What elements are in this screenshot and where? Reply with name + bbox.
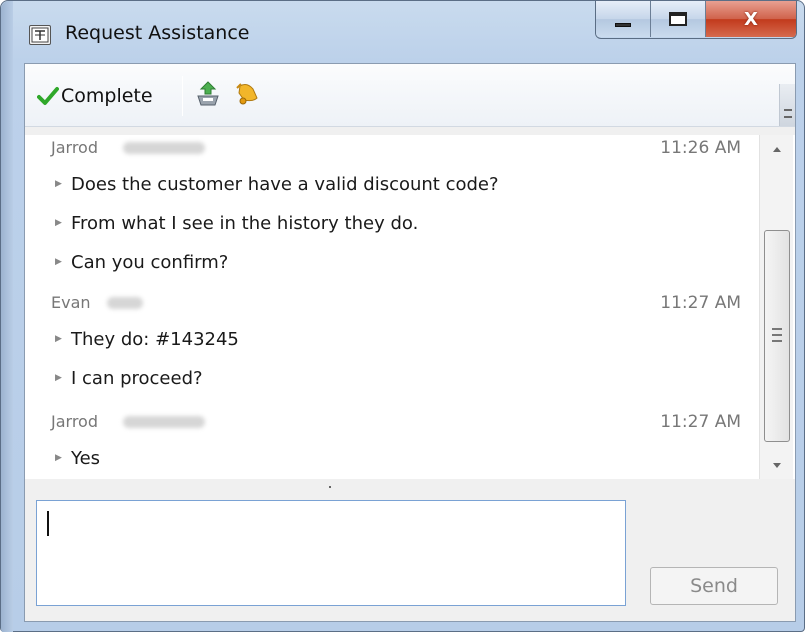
scroll-up-arrow-icon[interactable] (760, 135, 794, 163)
checkmark-icon (37, 87, 59, 105)
message-time: 11:27 AM (660, 293, 741, 313)
bell-icon[interactable] (233, 80, 261, 108)
close-icon: X (744, 8, 758, 30)
message-text: Does the customer have a valid discount … (71, 173, 499, 195)
bullet-triangle-icon: ▶ (55, 257, 62, 267)
message-line: ▶ Does the customer have a valid discount… (55, 169, 499, 199)
bullet-triangle-icon: ▶ (55, 453, 62, 463)
message-line: ▶ Yes (55, 443, 100, 473)
message-line: ▶ I can proceed? (55, 363, 203, 393)
complete-label: Complete (61, 85, 153, 107)
scroll-down-arrow-icon[interactable] (760, 451, 794, 479)
message-text: Can you confirm? (71, 251, 229, 273)
pane-splitter[interactable] (25, 479, 795, 499)
client-area: Complete Jarrod 11:26 AM ▶ Does the cust… (24, 63, 796, 622)
grip-icon (772, 328, 782, 342)
message-text: They do: #143245 (71, 328, 239, 350)
message-line: ▶ They do: #143245 (55, 324, 239, 354)
message-line: ▶ From what I see in the history they do. (55, 208, 418, 238)
app-window-icon (29, 25, 51, 45)
message-header: Jarrod 11:26 AM (51, 138, 751, 166)
message-time: 11:27 AM (660, 412, 741, 432)
message-header: Jarrod 11:27 AM (51, 412, 751, 440)
toolbar-overflow-button[interactable] (779, 84, 795, 126)
scrollbar-thumb[interactable] (764, 230, 790, 442)
bullet-triangle-icon: ▶ (55, 373, 62, 383)
message-text: I can proceed? (71, 367, 203, 389)
window-title: Request Assistance (65, 22, 250, 44)
toolbar: Complete (25, 64, 795, 127)
caption-buttons: X (595, 1, 797, 39)
message-text: Yes (71, 447, 101, 469)
message-scrollbar[interactable] (759, 135, 793, 479)
request-assistance-window: Request Assistance X Complete Jarrod 11:… (0, 0, 805, 632)
minimize-icon (615, 23, 631, 27)
message-header: Evan 11:27 AM (51, 293, 751, 321)
redacted-surname (107, 297, 143, 309)
message-text: From what I see in the history they do. (71, 212, 419, 234)
minimize-button[interactable] (596, 1, 651, 37)
message-input[interactable] (37, 501, 625, 605)
title-bar[interactable]: Request Assistance X (1, 1, 804, 63)
bullet-triangle-icon: ▶ (55, 179, 62, 189)
export-icon[interactable] (195, 80, 221, 108)
sender-name: Jarrod (51, 412, 98, 431)
text-caret (47, 511, 49, 536)
toolbar-separator (182, 76, 183, 116)
bullet-triangle-icon: ▶ (55, 334, 62, 344)
complete-button[interactable]: Complete (37, 81, 153, 111)
message-time: 11:26 AM (660, 138, 741, 158)
redacted-surname (123, 416, 205, 428)
bullet-triangle-icon: ▶ (55, 218, 62, 228)
send-button[interactable]: Send (650, 567, 778, 605)
message-line: ▶ Can you confirm? (55, 247, 228, 277)
splitter-grip-icon (329, 486, 331, 488)
maximize-icon (669, 12, 687, 26)
sender-name: Evan (51, 293, 91, 312)
maximize-button[interactable] (651, 1, 706, 37)
sender-name: Jarrod (51, 138, 98, 157)
compose-box[interactable] (36, 500, 626, 606)
message-history: Jarrod 11:26 AM ▶ Does the customer have … (25, 135, 795, 479)
redacted-surname (123, 142, 205, 154)
close-button[interactable]: X (706, 1, 796, 37)
